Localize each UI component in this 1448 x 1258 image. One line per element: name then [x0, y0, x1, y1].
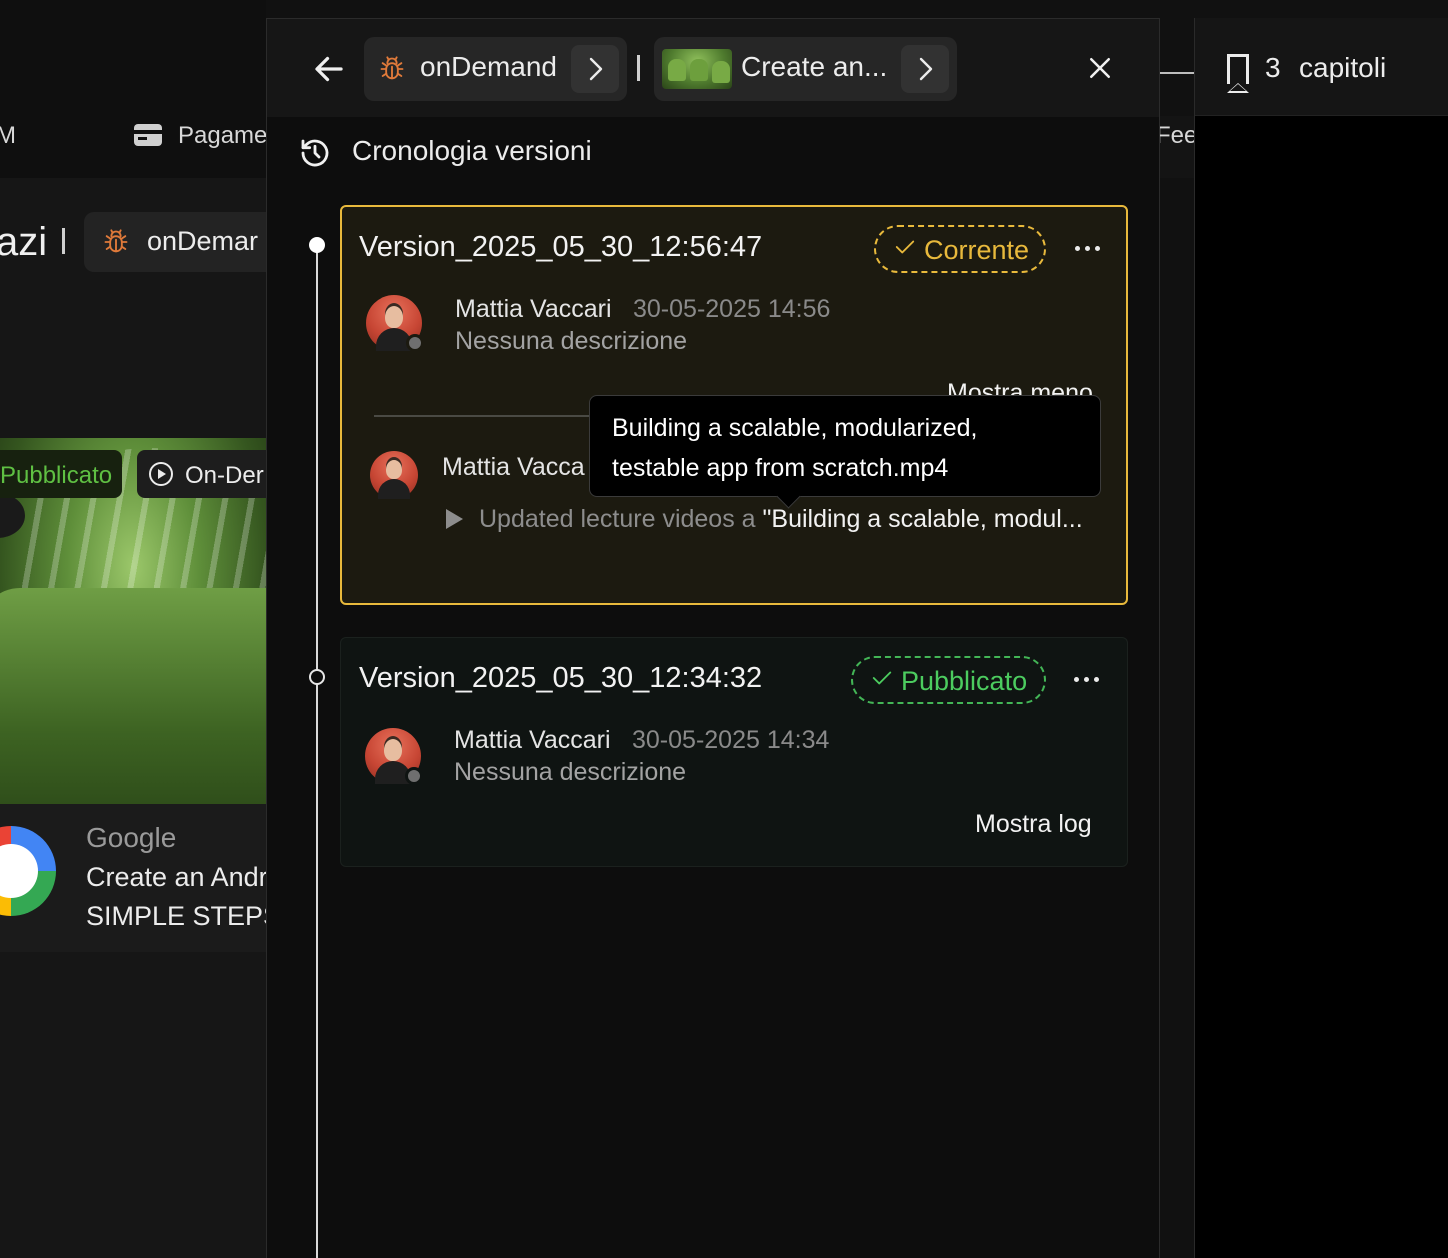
published-badge: Pubblicato [0, 450, 122, 498]
bookmark-icon [1227, 54, 1249, 93]
ondemand-badge-label: On-Der [185, 462, 264, 489]
chapters-panel: 3 capitoli [1194, 18, 1448, 1258]
bug-icon [104, 229, 128, 253]
course-provider: Google [86, 822, 177, 853]
version-history-panel: onDemand Create an... Cronologia version… [266, 18, 1160, 1258]
course-title-line2: SIMPLE STEPS [86, 901, 266, 931]
status-badge-published: Pubblicato [851, 656, 1046, 704]
log-entry[interactable]: Updated lecture videos a "Building a sca… [446, 505, 1096, 534]
nav-item-fragment: M [0, 122, 16, 149]
tooltip-line1: Building a scalable, modularized, [612, 414, 978, 442]
course-title[interactable]: Create an Andr [86, 862, 266, 893]
breadcrumb-course-label: Create an... [741, 51, 888, 82]
background-course-chip[interactable]: onDemar [84, 212, 266, 272]
version-date: 30-05-2025 14:56 [633, 295, 831, 323]
chevron-right-icon [919, 57, 933, 81]
credit-card-icon [134, 124, 162, 146]
connector-line [1160, 72, 1194, 74]
presence-indicator [406, 334, 424, 352]
chapters-header[interactable]: 3 capitoli [1195, 18, 1448, 116]
course-thumbnail [662, 49, 732, 89]
avatar [370, 451, 418, 499]
log-divider [374, 415, 604, 417]
version-author: Mattia Vaccari [455, 295, 612, 323]
breadcrumb-ondemand-label: onDemand [420, 51, 557, 82]
timeline-node-current [309, 237, 325, 253]
nav-item-payments[interactable]: Pagame [178, 122, 266, 150]
chapters-label: capitoli [1299, 52, 1387, 83]
show-log-button[interactable]: Mostra log [975, 810, 1092, 839]
timeline-node [309, 669, 325, 685]
more-icon[interactable] [1073, 670, 1101, 690]
breadcrumb-ondemand[interactable]: onDemand [364, 37, 627, 101]
version-description: Nessuna descrizione [455, 327, 688, 355]
close-icon[interactable] [1085, 53, 1115, 83]
breadcrumb-course-expand[interactable] [901, 45, 949, 93]
status-label: Corrente [924, 235, 1030, 265]
avatar [365, 728, 423, 785]
background-page-title: azi [0, 220, 48, 264]
log-action: Updated lecture videos a [479, 505, 763, 533]
version-name: Version_2025_05_30_12:56:47 [359, 231, 763, 263]
log-file: "Building a scalable, modul... [762, 505, 1083, 533]
check-icon [895, 240, 915, 254]
presence-indicator [405, 767, 423, 785]
tooltip-line2: testable app from scratch.mp4 [612, 454, 949, 482]
history-title: Cronologia versioni [352, 135, 592, 166]
chapters-count: 3 [1265, 52, 1281, 83]
status-badge-current: Corrente [874, 225, 1046, 273]
play-circle-icon [149, 462, 173, 486]
panel-header: onDemand Create an... [267, 19, 1159, 117]
history-icon [301, 139, 329, 167]
breadcrumb-separator [637, 55, 640, 81]
chevron-right-icon [589, 57, 603, 81]
version-name: Version_2025_05_30_12:34:32 [359, 662, 763, 694]
more-icon[interactable] [1074, 239, 1102, 259]
background-top-nav: M Pagame [0, 0, 266, 178]
version-description: Nessuna descrizione [454, 758, 687, 786]
nav-item-feed[interactable]: Feed [1160, 122, 1194, 150]
filename-tooltip: Building a scalable, modularized, testab… [589, 395, 1101, 497]
check-icon [872, 671, 892, 685]
breadcrumb-ondemand-expand[interactable] [571, 45, 619, 93]
ondemand-badge: On-Der [137, 450, 266, 498]
bug-icon [380, 56, 404, 80]
course-chip-label: onDemar [147, 226, 259, 256]
status-label: Pubblicato [901, 666, 1028, 696]
timeline-line [316, 245, 318, 1258]
version-author: Mattia Vaccari [454, 726, 611, 754]
background-nav-strip: Feed [1160, 116, 1194, 178]
background-course-page: M Pagame azi onDemar Pubblicato On-Der G… [0, 0, 266, 1258]
version-date: 30-05-2025 14:34 [632, 726, 830, 754]
play-icon [446, 509, 463, 529]
avatar [366, 295, 424, 352]
version-card-published[interactable]: Version_2025_05_30_12:34:32 Pubblicato M… [340, 637, 1128, 867]
title-separator [62, 228, 65, 254]
log-author: Mattia Vacca [442, 453, 585, 481]
arrow-left-icon[interactable] [311, 51, 347, 87]
breadcrumb-course[interactable]: Create an... [654, 37, 957, 101]
